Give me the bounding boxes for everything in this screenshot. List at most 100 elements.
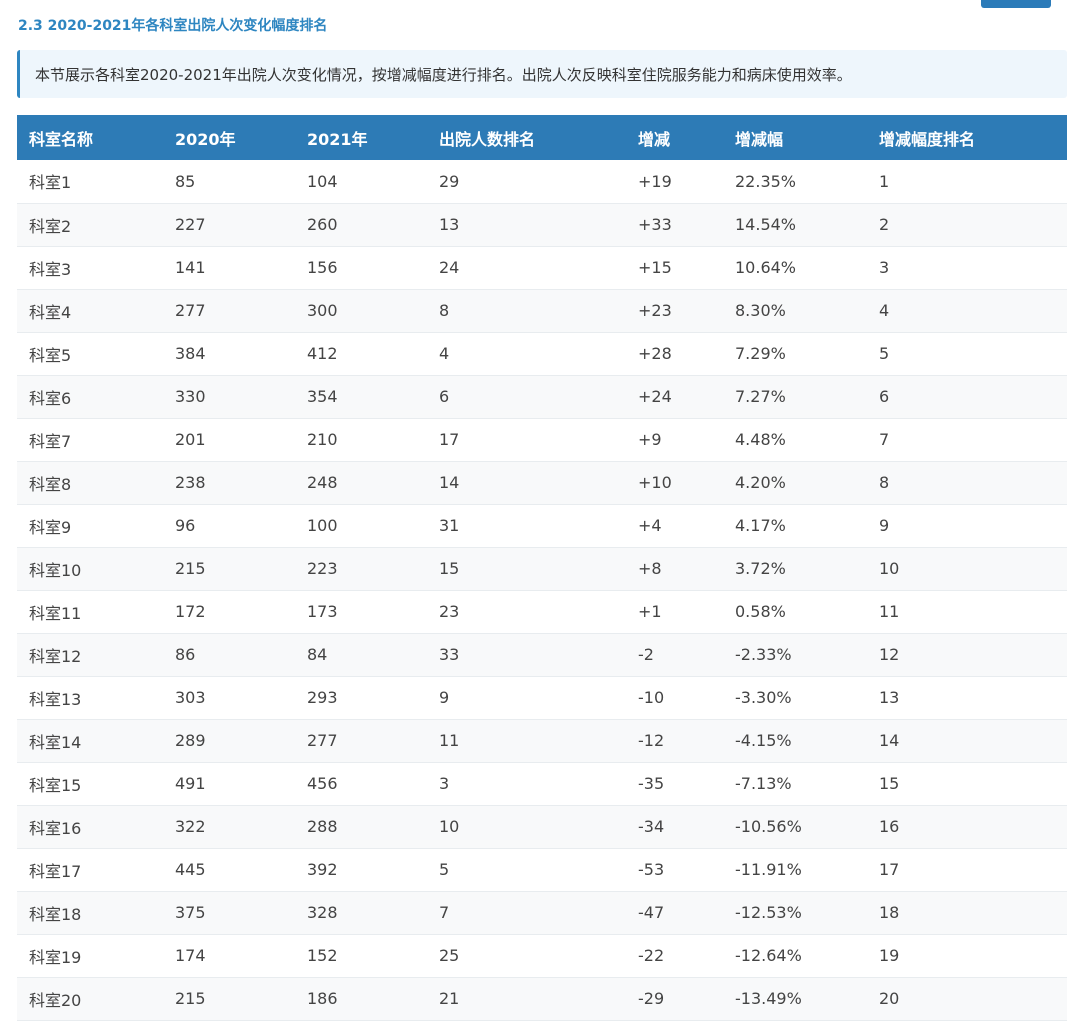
cell-year-2020: 384 bbox=[175, 344, 206, 363]
cell-year-2021: 300 bbox=[307, 301, 338, 320]
table-row: 科室18 375 328 7 -47 -12.53% 18 bbox=[17, 891, 1067, 934]
cell-year-2020: 238 bbox=[175, 473, 206, 492]
cell-change-rate: 10.64% bbox=[735, 258, 797, 277]
table-row: 科室12 86 84 33 -2 -2.33% 12 bbox=[17, 633, 1067, 676]
cell-year-2020: 201 bbox=[175, 430, 206, 449]
cell-year-2020: 289 bbox=[175, 731, 206, 750]
cell-department: 科室20 bbox=[29, 990, 82, 1010]
cell-year-2021: 260 bbox=[307, 215, 338, 234]
cell-year-2021: 173 bbox=[307, 602, 338, 621]
cell-year-2021: 293 bbox=[307, 688, 338, 707]
cell-change-rate-rank: 17 bbox=[879, 860, 900, 879]
cell-discharge-rank: 3 bbox=[439, 774, 450, 793]
cell-change-rate: 7.29% bbox=[735, 344, 786, 363]
cell-change-rate-rank: 5 bbox=[879, 344, 890, 363]
cell-year-2021: 186 bbox=[307, 989, 338, 1008]
cell-year-2020: 96 bbox=[175, 516, 196, 535]
cell-change-rate: 0.58% bbox=[735, 602, 786, 621]
cell-year-2021: 328 bbox=[307, 903, 338, 922]
cell-discharge-rank: 10 bbox=[439, 817, 460, 836]
cell-department: 科室3 bbox=[29, 259, 72, 279]
cell-change-rate: 4.17% bbox=[735, 516, 786, 535]
cell-department: 科室17 bbox=[29, 861, 82, 881]
table-row: 科室1 85 104 29 +19 22.35% 1 bbox=[17, 160, 1067, 203]
cell-discharge-rank: 29 bbox=[439, 171, 460, 191]
cell-change-rate-rank: 20 bbox=[879, 989, 900, 1008]
section-intro-text: 本节展示各科室2020-2021年出院人次变化情况，按增减幅度进行排名。出院人次… bbox=[35, 65, 852, 84]
section-title: 2.3 2020-2021年各科室出院人次变化幅度排名 bbox=[18, 18, 328, 34]
cell-change: +19 bbox=[638, 171, 672, 191]
column-header-department: 科室名称 bbox=[29, 129, 94, 149]
cell-year-2021: 248 bbox=[307, 473, 338, 492]
cell-change-rate: 22.35% bbox=[735, 171, 797, 191]
cell-year-2021: 100 bbox=[307, 516, 338, 535]
cell-department: 科室2 bbox=[29, 216, 72, 236]
table-header-row: 科室名称 2020年 2021年 出院人数排名 增减 增减幅 增减幅度排名 bbox=[17, 115, 1067, 160]
cell-change: +4 bbox=[638, 516, 662, 535]
table-header: 科室名称 2020年 2021年 出院人数排名 增减 增减幅 增减幅度排名 bbox=[17, 115, 1067, 160]
cell-change: +8 bbox=[638, 559, 662, 578]
cell-year-2020: 375 bbox=[175, 903, 206, 922]
cell-discharge-rank: 4 bbox=[439, 344, 450, 363]
table-row: 科室17 445 392 5 -53 -11.91% 17 bbox=[17, 848, 1067, 891]
cell-change-rate-rank: 11 bbox=[879, 602, 900, 621]
cell-change: -12 bbox=[638, 731, 665, 750]
cell-year-2021: 354 bbox=[307, 387, 338, 406]
cell-year-2021: 392 bbox=[307, 860, 338, 879]
column-header-change-rate-rank: 增减幅度排名 bbox=[879, 129, 976, 149]
cell-year-2020: 491 bbox=[175, 774, 206, 793]
cell-year-2021: 156 bbox=[307, 258, 338, 277]
cell-discharge-rank: 14 bbox=[439, 473, 460, 492]
cell-change-rate: 8.30% bbox=[735, 301, 786, 320]
cell-change: +15 bbox=[638, 258, 672, 277]
cell-change-rate: -3.30% bbox=[735, 688, 792, 707]
cell-department: 科室15 bbox=[29, 775, 82, 795]
cell-year-2021: 456 bbox=[307, 774, 338, 793]
cell-year-2020: 85 bbox=[175, 171, 196, 191]
cell-change-rate-rank: 19 bbox=[879, 946, 900, 965]
cell-change-rate-rank: 16 bbox=[879, 817, 900, 836]
cell-change-rate-rank: 7 bbox=[879, 430, 890, 449]
cell-department: 科室19 bbox=[29, 947, 82, 967]
cell-department: 科室10 bbox=[29, 560, 82, 580]
cell-year-2020: 174 bbox=[175, 946, 206, 965]
table-row: 科室16 322 288 10 -34 -10.56% 16 bbox=[17, 805, 1067, 848]
table-row: 科室5 384 412 4 +28 7.29% 5 bbox=[17, 332, 1067, 375]
column-header-year-2020: 2020年 bbox=[175, 129, 236, 149]
cell-change-rate-rank: 14 bbox=[879, 731, 900, 750]
cell-change: -2 bbox=[638, 645, 654, 664]
cell-discharge-rank: 13 bbox=[439, 215, 460, 234]
cell-change: -34 bbox=[638, 817, 665, 836]
column-header-change-rate: 增减幅 bbox=[735, 129, 784, 149]
cell-change: +1 bbox=[638, 602, 662, 621]
table-row: 科室11 172 173 23 +1 0.58% 11 bbox=[17, 590, 1067, 633]
cell-change-rate: -10.56% bbox=[735, 817, 802, 836]
table-row: 科室19 174 152 25 -22 -12.64% 19 bbox=[17, 934, 1067, 977]
cell-change-rate: -11.91% bbox=[735, 860, 802, 879]
cell-change-rate-rank: 9 bbox=[879, 516, 890, 535]
table-row: 科室13 303 293 9 -10 -3.30% 13 bbox=[17, 676, 1067, 719]
column-header-change: 增减 bbox=[638, 129, 671, 149]
cell-change-rate-rank: 18 bbox=[879, 903, 900, 922]
section-intro-note: 本节展示各科室2020-2021年出院人次变化情况，按增减幅度进行排名。出院人次… bbox=[17, 50, 1067, 98]
cell-department: 科室4 bbox=[29, 302, 72, 322]
cell-change-rate: -12.53% bbox=[735, 903, 802, 922]
cell-discharge-rank: 23 bbox=[439, 602, 460, 621]
cell-department: 科室5 bbox=[29, 345, 72, 365]
cell-discharge-rank: 33 bbox=[439, 645, 460, 664]
cell-year-2021: 210 bbox=[307, 430, 338, 449]
cell-department: 科室18 bbox=[29, 904, 82, 924]
table-row: 科室20 215 186 21 -29 -13.49% 20 bbox=[17, 977, 1067, 1020]
cell-department: 科室11 bbox=[29, 603, 82, 623]
column-header-discharge-rank: 出院人数排名 bbox=[439, 129, 536, 149]
cell-year-2021: 84 bbox=[307, 645, 328, 664]
cell-discharge-rank: 11 bbox=[439, 731, 460, 750]
cell-year-2020: 141 bbox=[175, 258, 206, 277]
cell-department: 科室12 bbox=[29, 646, 82, 666]
cell-discharge-rank: 31 bbox=[439, 516, 460, 535]
table-row: 科室7 201 210 17 +9 4.48% 7 bbox=[17, 418, 1067, 461]
cell-change: +28 bbox=[638, 344, 672, 363]
cell-change-rate: -7.13% bbox=[735, 774, 792, 793]
top-action-button[interactable] bbox=[981, 0, 1051, 8]
cell-department: 科室9 bbox=[29, 517, 72, 537]
